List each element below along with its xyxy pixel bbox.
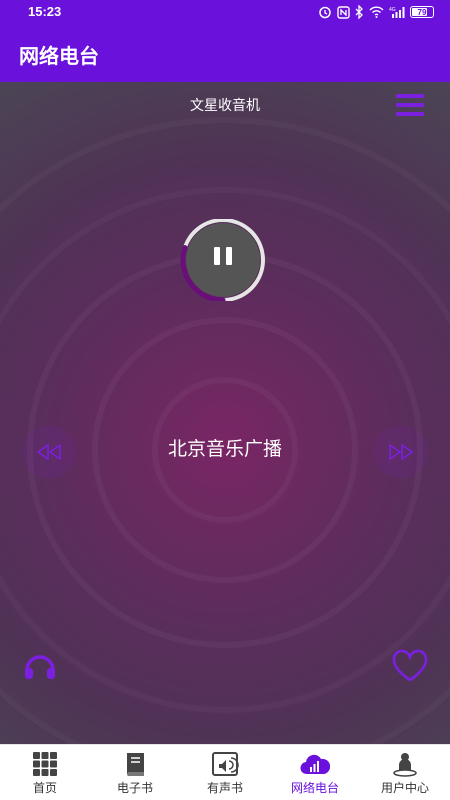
menu-button[interactable] <box>396 94 424 116</box>
audiobook-icon <box>212 752 239 776</box>
fast-forward-icon <box>389 444 413 460</box>
nav-label-audiobook: 有声书 <box>206 781 243 795</box>
bluetooth-icon <box>355 5 363 19</box>
headphones-icon <box>25 655 55 679</box>
nav-item-radio[interactable]: 网络电台 <box>270 745 360 800</box>
nav-label-ebook: 电子书 <box>116 781 153 795</box>
pause-icon-right <box>226 247 232 265</box>
nav-item-ebook[interactable]: 电子书 <box>90 745 180 800</box>
status-time: 15:23 <box>28 4 62 19</box>
battery-level: 79 <box>417 7 427 17</box>
nfc-icon <box>337 5 350 19</box>
ebook-icon <box>127 753 144 777</box>
nav-item-home[interactable]: 首页 <box>0 745 90 800</box>
svg-text:4G: 4G <box>389 7 396 13</box>
wifi-icon <box>369 6 384 18</box>
signal-4g-icon: 4G <box>389 7 405 18</box>
radio-cloud-icon <box>300 754 330 775</box>
radio-provider-title: 文星收音机 <box>190 98 260 114</box>
app-bar: 网络电台 <box>0 24 450 82</box>
heart-icon <box>392 649 428 682</box>
play-pause-control[interactable] <box>178 219 272 301</box>
status-icons: 4G 79 <box>318 4 434 20</box>
nav-label-home: 首页 <box>32 781 57 795</box>
nav-item-audiobook[interactable]: 有声书 <box>180 745 270 800</box>
bottom-navigation: 首页 电子书 有声书 网络电台 用户中心 <box>0 744 450 800</box>
headset-button[interactable] <box>22 648 58 684</box>
menu-icon-bar-bottom <box>396 112 424 116</box>
battery-icon: 79 <box>410 6 434 18</box>
nav-item-user-center[interactable]: 用户中心 <box>360 745 450 800</box>
nav-label-radio: 网络电台 <box>290 781 339 795</box>
user-center-icon <box>393 753 417 777</box>
menu-icon-bar-middle <box>396 103 424 107</box>
next-station-button[interactable] <box>374 425 428 479</box>
background-rings <box>27 252 423 648</box>
pause-icon-left <box>214 247 220 265</box>
status-bar: 15:23 4G 79 <box>0 0 450 24</box>
menu-icon-bar-top <box>396 94 424 98</box>
pause-button[interactable] <box>186 223 260 297</box>
nav-label-user-center: 用户中心 <box>380 781 429 795</box>
grid-home-icon <box>33 752 57 776</box>
page-title: 网络电台 <box>19 44 99 68</box>
radio-player: 文星收音机 北京音乐广播 <box>0 82 450 744</box>
alarm-icon <box>319 6 331 19</box>
favorite-button[interactable] <box>390 648 430 684</box>
